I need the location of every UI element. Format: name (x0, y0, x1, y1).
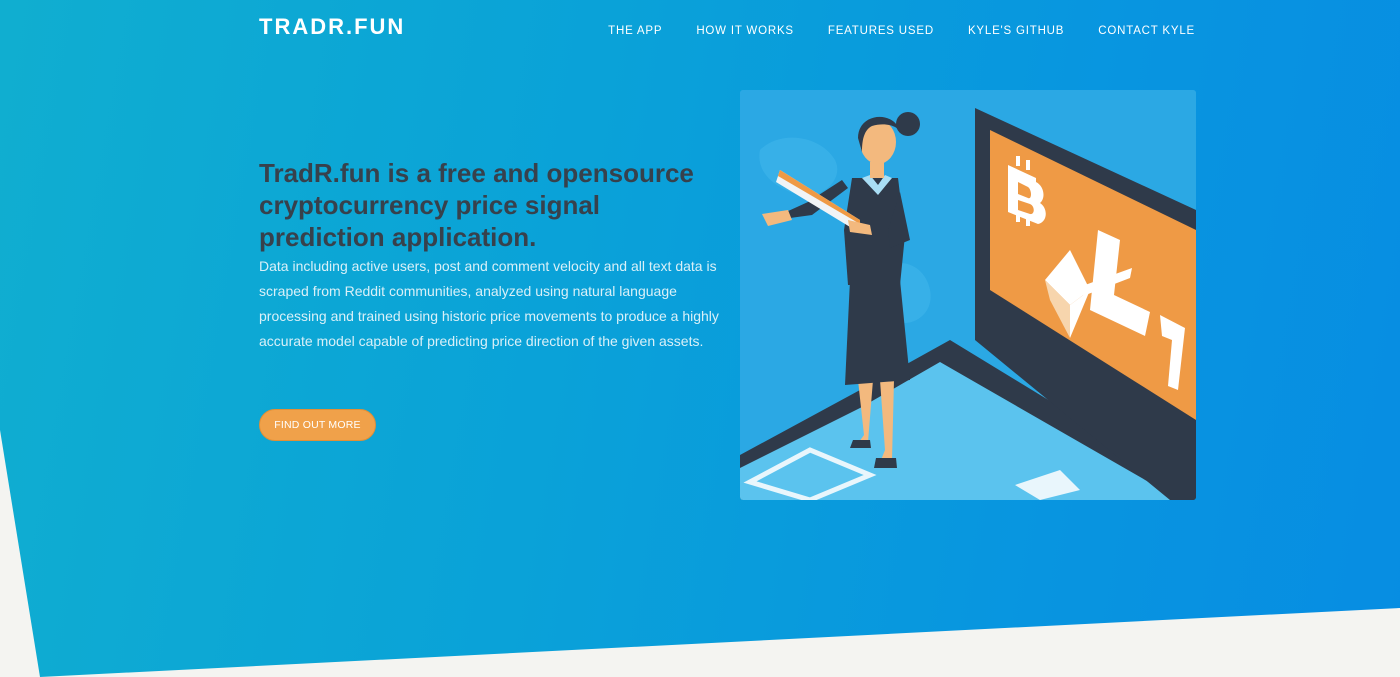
nav-item-how-it-works: HOW IT WORKS (696, 21, 794, 39)
nav-link-features-used[interactable]: FEATURES USED (828, 25, 934, 37)
find-out-more-button[interactable]: FIND OUT MORE (259, 409, 376, 441)
nav-item-contact-kyle: CONTACT KYLE (1098, 21, 1195, 39)
nav-item-features-used: FEATURES USED (828, 21, 934, 39)
hero-illustration (740, 90, 1196, 500)
hero-description: Data including active users, post and co… (259, 258, 719, 349)
nav-link-the-app[interactable]: THE APP (608, 25, 662, 37)
nav-link-contact-kyle[interactable]: CONTACT KYLE (1098, 25, 1195, 37)
crypto-presenter-illustration (740, 90, 1196, 500)
navbar: TRADR.FUN THE APP HOW IT WORKS FEATURES … (0, 0, 1400, 56)
nav-item-kyles-github: KYLE'S GITHUB (968, 21, 1064, 39)
brand-logo[interactable]: TRADR.FUN (259, 14, 405, 40)
landing-page: TRADR.FUN THE APP HOW IT WORKS FEATURES … (0, 0, 1400, 677)
nav-item-the-app: THE APP (608, 21, 662, 39)
nav-link-kyles-github[interactable]: KYLE'S GITHUB (968, 25, 1064, 37)
nav-link-how-it-works[interactable]: HOW IT WORKS (696, 25, 794, 37)
nav-menu: THE APP HOW IT WORKS FEATURES USED KYLE'… (608, 21, 1195, 39)
hero-headline: TradR.fun is a free and opensource crypt… (259, 158, 694, 252)
